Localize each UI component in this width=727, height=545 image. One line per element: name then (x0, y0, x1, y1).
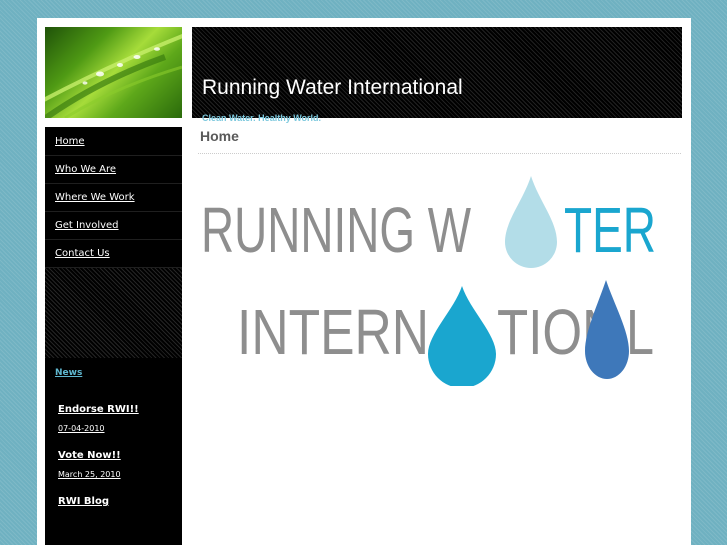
nav-item-contact-us[interactable]: Contact Us (45, 239, 182, 268)
water-drop-icon (585, 280, 629, 379)
news-item-title[interactable]: Endorse RWI!! (58, 404, 139, 415)
water-drop-icon (428, 286, 496, 386)
site-tagline: Clean Water. Healthy World. (202, 113, 322, 123)
leaf-photo (45, 27, 182, 118)
site-title[interactable]: Running Water International (202, 76, 463, 100)
news-item-date[interactable]: March 25, 2010 (58, 470, 121, 479)
nav-item-who-we-are[interactable]: Who We Are (45, 155, 182, 184)
nav-item-label[interactable]: Home (55, 136, 85, 147)
news-heading-link[interactable]: News (55, 368, 82, 378)
nav-item-label[interactable]: Where We Work (55, 192, 135, 203)
nav-item-get-involved[interactable]: Get Involved (45, 211, 182, 240)
news-item-title[interactable]: RWI Blog (58, 496, 109, 507)
water-drop-icon (505, 176, 557, 268)
page-title: Home (200, 128, 239, 144)
title-divider (198, 153, 681, 154)
sidebar-pattern (45, 268, 182, 358)
nav-item-home[interactable]: Home (45, 127, 182, 156)
news-item-title[interactable]: Vote Now!! (58, 450, 121, 461)
logo-text-intern: INTERN (237, 296, 429, 368)
nav-item-label[interactable]: Contact Us (55, 248, 110, 259)
logo-text-l: L (626, 296, 654, 368)
nav-item-label[interactable]: Get Involved (55, 220, 119, 231)
nav-item-where-we-work[interactable]: Where We Work (45, 183, 182, 212)
page-container: Running Water International Clean Water.… (37, 18, 691, 545)
site-header: Running Water International Clean Water.… (192, 27, 682, 123)
nav-item-label[interactable]: Who We Are (55, 164, 116, 175)
logo-text-ter: TER (564, 194, 656, 266)
sidebar: Home Who We Are Where We Work Get Involv… (45, 127, 182, 545)
rwi-logo: RUNNING W TER INTERN TION L (201, 176, 656, 386)
news-item-date[interactable]: 07-04-2010 (58, 424, 105, 433)
logo-text-running-w: RUNNING W (201, 194, 471, 266)
